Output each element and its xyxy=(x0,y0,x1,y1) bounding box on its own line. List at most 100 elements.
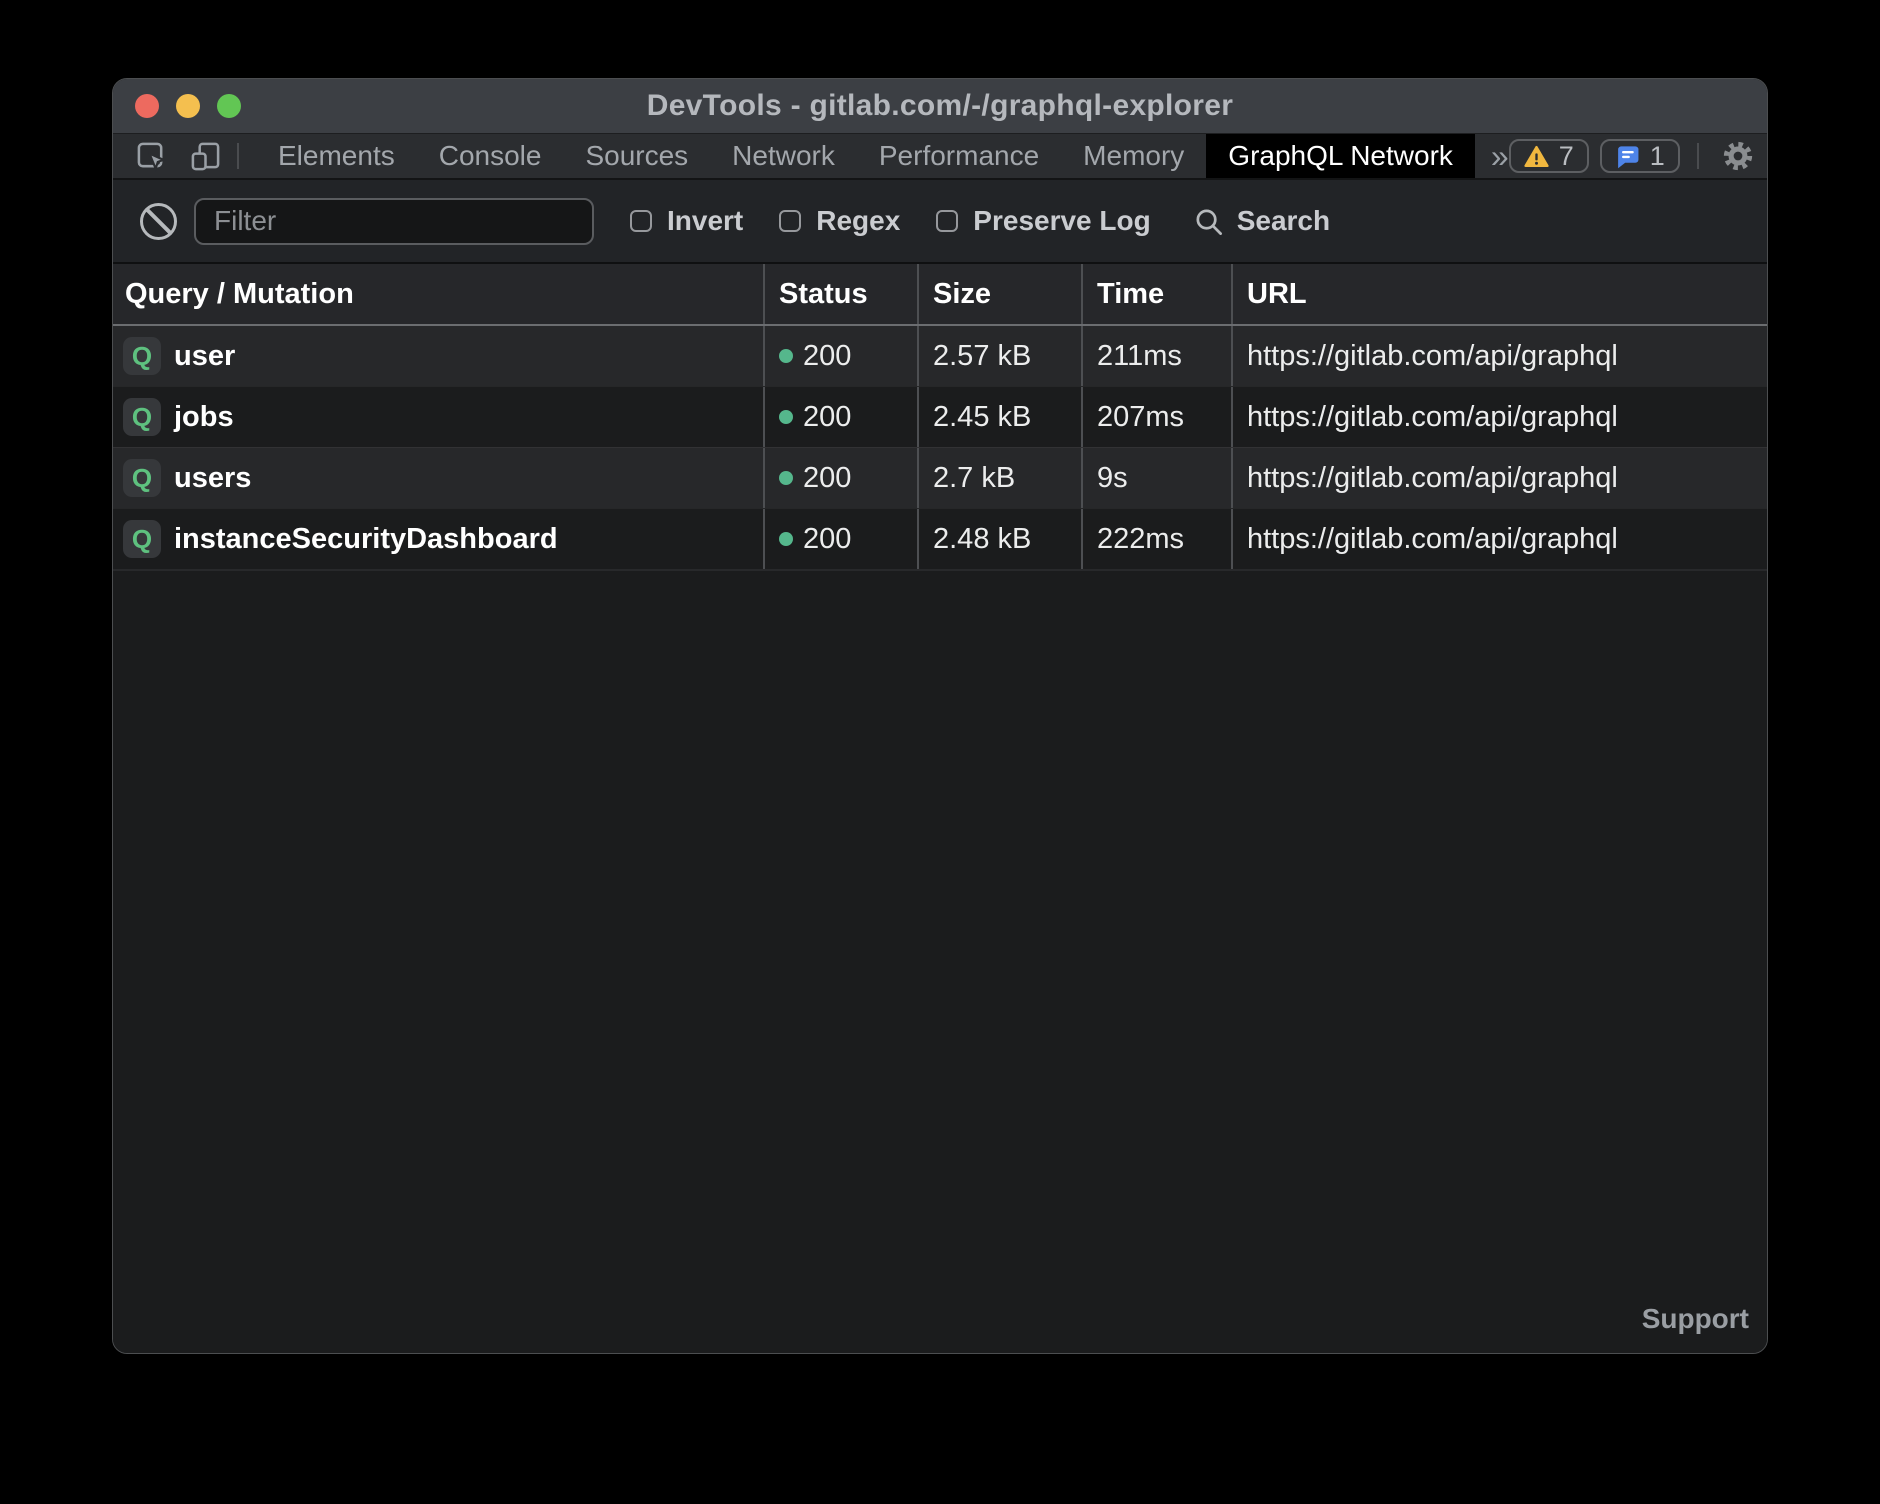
regex-toggle[interactable]: Regex xyxy=(779,205,900,237)
device-toolbar-icon xyxy=(190,141,221,172)
query-cell: Q jobs xyxy=(113,387,765,447)
time-cell: 207ms xyxy=(1083,387,1233,447)
zoom-button[interactable] xyxy=(217,94,241,118)
toolbar-divider xyxy=(237,143,239,169)
status-ok-dot-icon xyxy=(779,349,793,363)
query-type-badge: Q xyxy=(123,337,161,375)
issues-count: 1 xyxy=(1650,143,1665,170)
tab-strip: ElementsConsoleSourcesNetworkPerformance… xyxy=(256,134,1475,178)
size-value: 2.57 kB xyxy=(933,340,1031,373)
size-cell: 2.48 kB xyxy=(919,509,1083,569)
table-row[interactable]: Q instanceSecurityDashboard 200 2.48 kB … xyxy=(113,508,1767,569)
column-header-time[interactable]: Time xyxy=(1083,264,1233,324)
query-name: user xyxy=(174,340,235,373)
tab-performance[interactable]: Performance xyxy=(857,134,1061,178)
issues-chat-icon xyxy=(1615,144,1640,169)
tab-network[interactable]: Network xyxy=(710,134,857,178)
regex-label: Regex xyxy=(816,205,900,237)
traffic-lights xyxy=(135,79,241,133)
inspect-cursor-icon xyxy=(136,141,167,172)
settings-gear-icon[interactable] xyxy=(1721,139,1755,173)
query-cell: Q instanceSecurityDashboard xyxy=(113,509,765,569)
url-cell: https://gitlab.com/api/graphql xyxy=(1233,448,1767,508)
column-header-status[interactable]: Status xyxy=(765,264,919,324)
devtools-toolbar: ElementsConsoleSourcesNetworkPerformance… xyxy=(113,134,1767,180)
warning-triangle-icon xyxy=(1524,144,1549,169)
tab-graphql-network[interactable]: GraphQL Network xyxy=(1206,134,1475,178)
warnings-badge[interactable]: 7 xyxy=(1509,139,1589,173)
regex-checkbox[interactable] xyxy=(779,210,801,232)
status-cell: 200 xyxy=(765,509,919,569)
url-value: https://gitlab.com/api/graphql xyxy=(1247,340,1618,373)
content-area: Support xyxy=(113,571,1767,1353)
url-cell: https://gitlab.com/api/graphql xyxy=(1233,387,1767,447)
size-value: 2.48 kB xyxy=(933,523,1031,556)
search-button[interactable]: Search xyxy=(1193,205,1330,237)
size-cell: 2.57 kB xyxy=(919,326,1083,386)
tab-memory[interactable]: Memory xyxy=(1061,134,1206,178)
table-row[interactable]: Q user 200 2.57 kB 211ms https://gitlab.… xyxy=(113,326,1767,386)
search-label: Search xyxy=(1237,205,1330,237)
url-cell: https://gitlab.com/api/graphql xyxy=(1233,509,1767,569)
status-cell: 200 xyxy=(765,326,919,386)
preserve-log-checkbox[interactable] xyxy=(936,210,958,232)
time-value: 211ms xyxy=(1097,340,1182,373)
inspect-element-button[interactable] xyxy=(136,141,167,172)
toolbar-divider xyxy=(1697,143,1699,169)
url-value: https://gitlab.com/api/graphql xyxy=(1247,401,1618,434)
preserve-log-toggle[interactable]: Preserve Log xyxy=(936,205,1150,237)
tab-sources[interactable]: Sources xyxy=(563,134,710,178)
window-title: DevTools - gitlab.com/-/graphql-explorer xyxy=(647,89,1234,123)
invert-checkbox[interactable] xyxy=(630,210,652,232)
query-type-badge: Q xyxy=(123,520,161,558)
invert-label: Invert xyxy=(667,205,743,237)
filter-checkbox-group: Invert Regex Preserve Log xyxy=(594,205,1151,237)
query-name: instanceSecurityDashboard xyxy=(174,523,558,556)
size-value: 2.45 kB xyxy=(933,401,1031,434)
url-cell: https://gitlab.com/api/graphql xyxy=(1233,326,1767,386)
status-ok-dot-icon xyxy=(779,410,793,424)
status-code: 200 xyxy=(803,401,851,434)
support-link[interactable]: Support xyxy=(1642,1303,1749,1335)
issues-badge[interactable]: 1 xyxy=(1600,139,1680,173)
table-row[interactable]: Q jobs 200 2.45 kB 207ms https://gitlab.… xyxy=(113,386,1767,447)
filter-input[interactable] xyxy=(194,198,594,245)
status-code: 200 xyxy=(803,523,851,556)
time-value: 9s xyxy=(1097,462,1128,495)
query-cell: Q user xyxy=(113,326,765,386)
column-header-size[interactable]: Size xyxy=(919,264,1083,324)
time-cell: 211ms xyxy=(1083,326,1233,386)
time-cell: 222ms xyxy=(1083,509,1233,569)
status-code: 200 xyxy=(803,340,851,373)
search-icon xyxy=(1193,206,1224,237)
status-cell: 200 xyxy=(765,448,919,508)
tab-elements[interactable]: Elements xyxy=(256,134,417,178)
preserve-log-label: Preserve Log xyxy=(973,205,1150,237)
more-tabs-chevron-icon[interactable]: » xyxy=(1491,140,1509,172)
table-row[interactable]: Q users 200 2.7 kB 9s https://gitlab.com… xyxy=(113,447,1767,508)
clear-filter-icon[interactable] xyxy=(140,203,177,240)
query-name: users xyxy=(174,462,251,495)
minimize-button[interactable] xyxy=(176,94,200,118)
column-header-url[interactable]: URL xyxy=(1233,264,1767,324)
size-cell: 2.7 kB xyxy=(919,448,1083,508)
tab-console[interactable]: Console xyxy=(417,134,564,178)
size-cell: 2.45 kB xyxy=(919,387,1083,447)
gear-icon xyxy=(1721,139,1755,173)
invert-toggle[interactable]: Invert xyxy=(630,205,743,237)
device-toolbar-button[interactable] xyxy=(190,141,221,172)
status-ok-dot-icon xyxy=(779,532,793,546)
query-type-badge: Q xyxy=(123,459,161,497)
query-type-badge: Q xyxy=(123,398,161,436)
request-table-body: Q user 200 2.57 kB 211ms https://gitlab.… xyxy=(113,326,1767,571)
warnings-count: 7 xyxy=(1559,143,1574,170)
filter-bar: Invert Regex Preserve Log Search xyxy=(113,180,1767,264)
query-name: jobs xyxy=(174,401,234,434)
time-value: 222ms xyxy=(1097,523,1184,556)
column-header-query-mutation[interactable]: Query / Mutation xyxy=(113,264,765,324)
url-value: https://gitlab.com/api/graphql xyxy=(1247,523,1618,556)
status-code: 200 xyxy=(803,462,851,495)
size-value: 2.7 kB xyxy=(933,462,1015,495)
devtools-window: DevTools - gitlab.com/-/graphql-explorer… xyxy=(112,78,1768,1354)
close-button[interactable] xyxy=(135,94,159,118)
